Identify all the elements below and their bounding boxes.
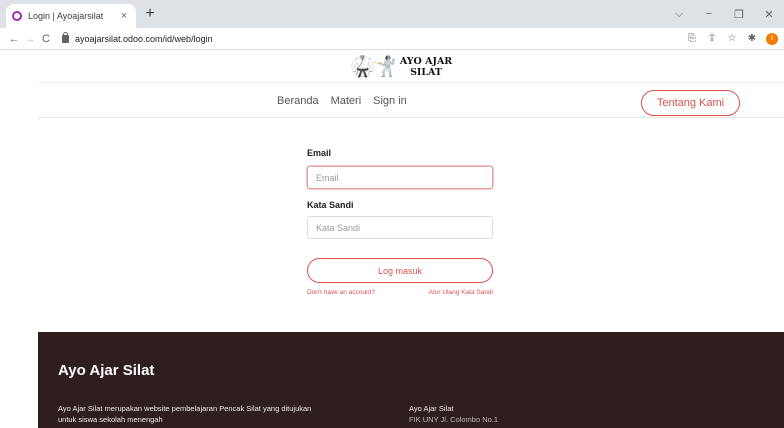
browser-tab-bar: Login | Ayoajarsilat × + ⌵ − ❐ ✕: [0, 0, 784, 28]
close-window-icon[interactable]: ✕: [754, 8, 784, 21]
restore-icon[interactable]: ❐: [724, 8, 754, 21]
login-links: Don't have an account? Atur Ulang Kata S…: [307, 289, 493, 296]
footer-title: Ayo Ajar Silat: [58, 362, 155, 379]
tab-search-icon[interactable]: ⌵: [664, 8, 694, 21]
profile-avatar[interactable]: !: [766, 32, 778, 45]
login-form: Email Email Kata Sandi Kata Sandi Log ma…: [307, 148, 493, 296]
new-tab-icon[interactable]: +: [142, 5, 158, 23]
reload-icon[interactable]: C: [38, 33, 54, 45]
address-bar: ← → C ayoajarsilat.odoo.com/id/web/login…: [0, 28, 784, 50]
minimize-icon[interactable]: −: [694, 8, 724, 20]
site-favicon-icon: [12, 11, 22, 21]
site-logo[interactable]: 🥋🤺 AYO AJAR SILAT: [350, 54, 452, 79]
extensions-icon[interactable]: ✱: [746, 33, 758, 44]
password-field[interactable]: Kata Sandi: [307, 216, 493, 239]
site-header: 🥋🤺 AYO AJAR SILAT Beranda Materi Sign in…: [0, 50, 784, 118]
back-icon[interactable]: ←: [6, 33, 22, 45]
menu-item-sign-in[interactable]: Sign in: [373, 95, 407, 107]
password-label: Kata Sandi: [307, 200, 354, 210]
url-text: ayoajarsilat.odoo.com/id/web/login: [75, 33, 213, 44]
toolbar-icons: ⎘ ⇪ ☆ ✱ !: [686, 32, 778, 45]
tentang-kami-button[interactable]: Tentang Kami: [641, 90, 740, 116]
signup-link[interactable]: Don't have an account?: [307, 289, 375, 296]
tab-close-icon[interactable]: ×: [118, 10, 130, 22]
lock-icon[interactable]: [62, 31, 69, 43]
menu-item-materi[interactable]: Materi: [331, 95, 362, 107]
reset-password-link[interactable]: Atur Ulang Kata Sandi: [429, 289, 493, 296]
site-footer: Ayo Ajar Silat Ayo Ajar Silat merupakan …: [38, 332, 784, 428]
logo-text: AYO AJAR SILAT: [400, 56, 452, 78]
browser-tab[interactable]: Login | Ayoajarsilat ×: [6, 4, 136, 28]
tab-title: Login | Ayoajarsilat: [28, 11, 104, 21]
footer-contact: Ayo Ajar Silat FIK UNY Jl. Colombo No.1: [409, 403, 498, 425]
email-field[interactable]: Email: [307, 166, 493, 189]
footer-address: FIK UNY Jl. Colombo No.1: [409, 415, 499, 424]
window-controls: ⌵ − ❐ ✕: [664, 0, 784, 28]
menu-item-beranda[interactable]: Beranda: [277, 95, 319, 107]
martial-arts-figures-icon: 🥋🤺: [350, 56, 397, 78]
forward-icon[interactable]: →: [22, 33, 38, 45]
bookmark-star-icon[interactable]: ☆: [726, 33, 738, 44]
logo-line-1: AYO AJAR: [399, 55, 453, 67]
footer-contact-title: Ayo Ajar Silat: [409, 404, 454, 413]
email-label: Email: [307, 148, 332, 158]
url-field[interactable]: ayoajarsilat.odoo.com/id/web/login: [62, 31, 686, 44]
login-button[interactable]: Log masuk: [307, 258, 493, 283]
translate-icon[interactable]: ⎘: [686, 33, 698, 44]
footer-description: Ayo Ajar Silat merupakan website pembela…: [58, 404, 312, 424]
main-menu: Beranda Materi Sign in: [277, 95, 407, 107]
share-icon[interactable]: ⇪: [706, 33, 718, 44]
logo-line-2: SILAT: [410, 66, 442, 78]
